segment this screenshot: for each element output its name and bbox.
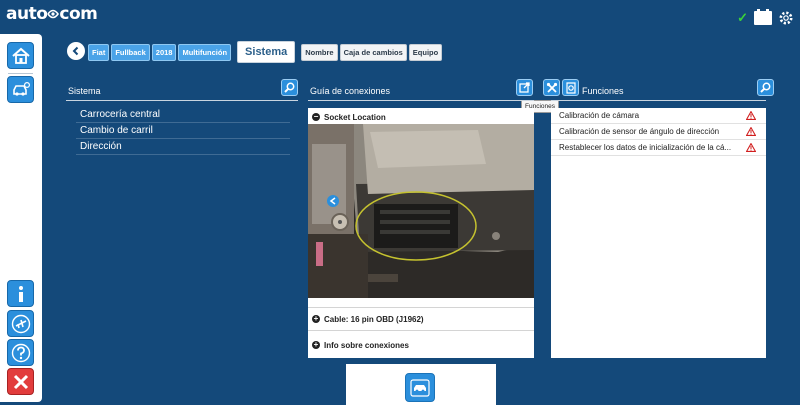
sistema-search-button[interactable] <box>281 79 298 96</box>
functions-panel: Calibración de cámara Calibración de sen… <box>551 108 766 358</box>
settings-icon[interactable] <box>778 10 794 26</box>
warning-icon <box>746 127 756 136</box>
search-icon <box>284 82 295 93</box>
external-link-icon <box>519 82 530 93</box>
expand-icon: + <box>312 340 320 349</box>
back-button[interactable] <box>67 42 85 60</box>
collapse-icon: − <box>312 112 320 121</box>
info-button[interactable] <box>7 280 34 307</box>
filter-equipo[interactable]: Equipo <box>408 43 443 61</box>
sistema-title: Sistema <box>68 86 101 96</box>
list-item[interactable]: Dirección <box>76 139 290 155</box>
function-label: Calibración de sensor de ángulo de direc… <box>559 127 720 136</box>
tools-button[interactable] <box>543 79 560 96</box>
functions-icon <box>565 81 576 94</box>
funciones-search-button[interactable] <box>757 79 774 96</box>
help-icon <box>11 343 30 362</box>
funciones-divider <box>551 100 766 101</box>
expand-icon: + <box>312 314 320 323</box>
sistema-list: Carrocería central Cambio de carril Dire… <box>76 107 290 155</box>
function-item[interactable]: Restablecer los datos de inicialización … <box>551 140 766 156</box>
breadcrumb: Fiat Fullback 2018 Multifunción Sistema … <box>88 41 443 63</box>
chevron-left-icon <box>72 46 79 56</box>
guide-open-button[interactable] <box>516 79 533 96</box>
top-bar: auto com ✓ <box>0 0 800 34</box>
section-cable[interactable]: + Cable: 16 pin OBD (J1962) <box>308 313 534 325</box>
breadcrumb-category[interactable]: Multifunción <box>178 43 232 61</box>
function-label: Calibración de cámara <box>559 111 640 120</box>
warning-icon <box>746 143 756 152</box>
home-icon <box>11 47 30 64</box>
autocom-logo: auto com <box>6 4 98 24</box>
filter-caja-de-cambios[interactable]: Caja de cambios <box>339 43 407 61</box>
sistema-divider <box>66 100 298 101</box>
list-item[interactable]: Carrocería central <box>76 107 290 123</box>
vehicle-diagnostics-button[interactable] <box>7 76 34 103</box>
start-diagnostics-button[interactable] <box>405 373 435 402</box>
vehicle-diagnostics-icon <box>12 81 30 96</box>
guide-title: Guía de conexiones <box>310 86 391 96</box>
guide-divider <box>308 100 534 101</box>
search-icon <box>760 82 771 93</box>
socket-location-photo <box>308 124 534 298</box>
warning-icon <box>746 111 756 120</box>
breadcrumb-model[interactable]: Fullback <box>111 43 150 61</box>
function-item[interactable]: Calibración de cámara <box>551 108 766 124</box>
funciones-title: Funciones <box>582 86 624 96</box>
help-button[interactable] <box>7 339 34 366</box>
tools-icon <box>546 82 557 93</box>
breadcrumb-current: Sistema <box>237 41 296 63</box>
exit-button[interactable] <box>7 368 34 395</box>
function-item[interactable]: Calibración de sensor de ángulo de direc… <box>551 124 766 140</box>
flight-mode-icon <box>11 314 30 333</box>
left-toolbar <box>0 34 42 402</box>
section-connection-info[interactable]: + Info sobre conexiones <box>308 339 534 351</box>
filter-nombre[interactable]: Nombre <box>301 43 338 61</box>
list-item[interactable]: Cambio de carril <box>76 123 290 139</box>
bottom-action-bar <box>346 364 496 405</box>
section-label: Cable: 16 pin OBD (J1962) <box>324 314 424 324</box>
home-button[interactable] <box>7 42 34 69</box>
function-label: Restablecer los datos de inicialización … <box>559 143 732 152</box>
battery-icon <box>754 9 772 25</box>
functions-button[interactable] <box>562 79 579 96</box>
section-label: Info sobre conexiones <box>324 340 409 350</box>
section-label: Socket Location <box>324 112 386 122</box>
flight-mode-button[interactable] <box>7 310 34 337</box>
breadcrumb-make[interactable]: Fiat <box>88 43 110 61</box>
section-socket-location[interactable]: − Socket Location <box>308 111 534 123</box>
connection-guide-panel: − Socket Location + Cable: 16 pin OBD (J… <box>308 108 534 358</box>
exit-icon <box>13 374 28 389</box>
breadcrumb-year[interactable]: 2018 <box>151 43 177 61</box>
connection-ok-icon: ✓ <box>737 10 748 25</box>
info-icon <box>18 285 23 302</box>
vehicle-scan-icon <box>410 378 430 397</box>
